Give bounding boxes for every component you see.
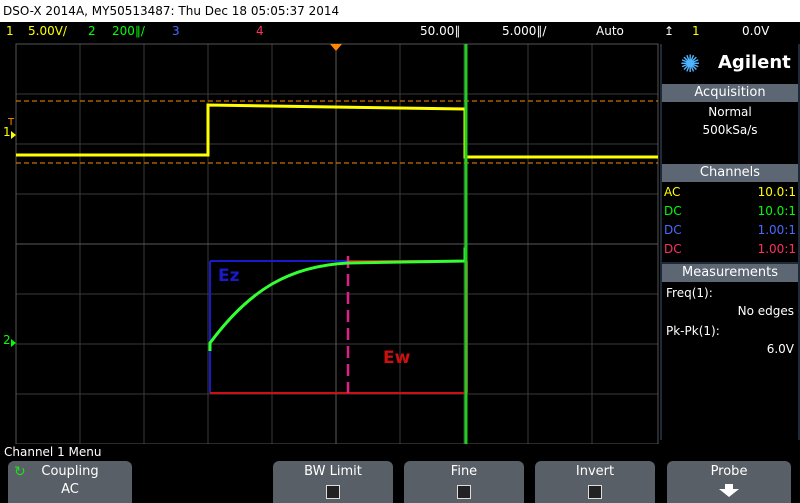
channel-4-probe: 1.00:1: [757, 242, 796, 256]
meas1-value: No edges: [737, 304, 794, 318]
ew-label: Ew: [383, 348, 411, 368]
coupling-label: Coupling: [41, 464, 99, 479]
coupling-value: AC: [61, 482, 79, 497]
meas2-value: 6.0V: [766, 342, 794, 356]
acquisition-box: Normal 500kSa/s: [662, 102, 798, 164]
ch1-number[interactable]: 1: [6, 22, 14, 41]
invert-label: Invert: [575, 464, 615, 479]
channel-4-coupling: DC: [664, 242, 682, 256]
ch1-scale[interactable]: 5.00V/: [28, 22, 67, 41]
fine-checkbox[interactable]: [457, 485, 471, 499]
channel-2-coupling: DC: [664, 204, 682, 218]
fine-label: Fine: [450, 464, 478, 479]
invert-softkey[interactable]: Invert: [535, 461, 655, 503]
ch3-number[interactable]: 3: [172, 22, 180, 41]
meas1-label: Freq(1):: [666, 286, 713, 300]
channels-title[interactable]: Channels: [662, 164, 798, 182]
ch1-ground-marker[interactable]: 1 T: [3, 117, 16, 139]
channel-3-probe: 1.00:1: [757, 223, 796, 237]
bw-limit-checkbox[interactable]: [326, 485, 340, 499]
acquisition-title[interactable]: Acquisition: [662, 84, 798, 102]
channel-1-probe: 10.0:1: [757, 185, 796, 199]
channel-row-4[interactable]: DC 1.00:1: [664, 242, 796, 259]
brand-name: Agilent: [718, 52, 791, 73]
channel-1-coupling: AC: [664, 185, 681, 199]
measurements-title[interactable]: Measurements: [662, 264, 798, 282]
channel-3-coupling: DC: [664, 223, 682, 237]
trigger-mode[interactable]: Auto: [596, 22, 624, 41]
title-bar: DSO-X 2014A, MY50513487: Thu Dec 18 05:0…: [0, 0, 800, 22]
bw-limit-softkey[interactable]: BW Limit: [273, 461, 393, 503]
channel-row-3[interactable]: DC 1.00:1: [664, 223, 796, 240]
ch2-scale[interactable]: 200∥/: [112, 22, 145, 41]
ch2-number[interactable]: 2: [88, 22, 96, 41]
timebase-scale[interactable]: 5.000∥/: [502, 22, 546, 41]
agilent-spark-icon: ✺: [680, 50, 701, 78]
brand-box: ✺ Agilent: [662, 44, 798, 88]
ch2-ground-marker[interactable]: 2: [3, 333, 16, 347]
trigger-source[interactable]: 1: [692, 22, 700, 41]
sample-rate: 500kSa/s: [702, 123, 758, 137]
menu-label: Channel 1 Menu: [4, 445, 102, 459]
invert-checkbox[interactable]: [588, 485, 602, 499]
ch2-marker-label: 2: [3, 333, 11, 347]
meas2-label: Pk-Pk(1):: [666, 324, 720, 338]
measurements-box: Freq(1): No edges Pk-Pk(1): 6.0V: [662, 282, 798, 440]
channels-box: AC 10.0:1 DC 10.0:1 DC 1.00:1 DC 1.00:1: [662, 182, 798, 262]
probe-softkey[interactable]: Probe: [667, 461, 791, 503]
ez-label: Ez: [218, 266, 240, 286]
acquisition-mode: Normal: [708, 105, 752, 119]
window-title: DSO-X 2014A, MY50513487: Thu Dec 18 05:0…: [3, 4, 340, 18]
trigger-level-label: T: [7, 117, 15, 128]
bw-limit-label: BW Limit: [304, 464, 362, 479]
submenu-arrow-icon: [719, 484, 739, 497]
trigger-level[interactable]: 0.0V: [742, 22, 769, 41]
fine-softkey[interactable]: Fine: [404, 461, 524, 503]
info-panel: ✺ Agilent Acquisition Normal 500kSa/s Ch…: [660, 44, 800, 440]
coupling-softkey[interactable]: ↻ Coupling AC: [8, 461, 132, 503]
horizontal-delay[interactable]: 50.00∥: [420, 22, 460, 41]
channel-2-probe: 10.0:1: [757, 204, 796, 218]
ch4-number[interactable]: 4: [256, 22, 264, 41]
channel-row-2[interactable]: DC 10.0:1: [664, 204, 796, 221]
waveform-display[interactable]: Ez Ew 1 T 2: [0, 41, 660, 444]
trigger-edge-icon: ↥: [664, 24, 675, 38]
channel-row-1[interactable]: AC 10.0:1: [664, 185, 796, 202]
status-bar: 1 5.00V/ 2 200∥/ 3 4 50.00∥ 5.000∥/ Auto…: [0, 22, 800, 41]
probe-label: Probe: [710, 464, 748, 479]
